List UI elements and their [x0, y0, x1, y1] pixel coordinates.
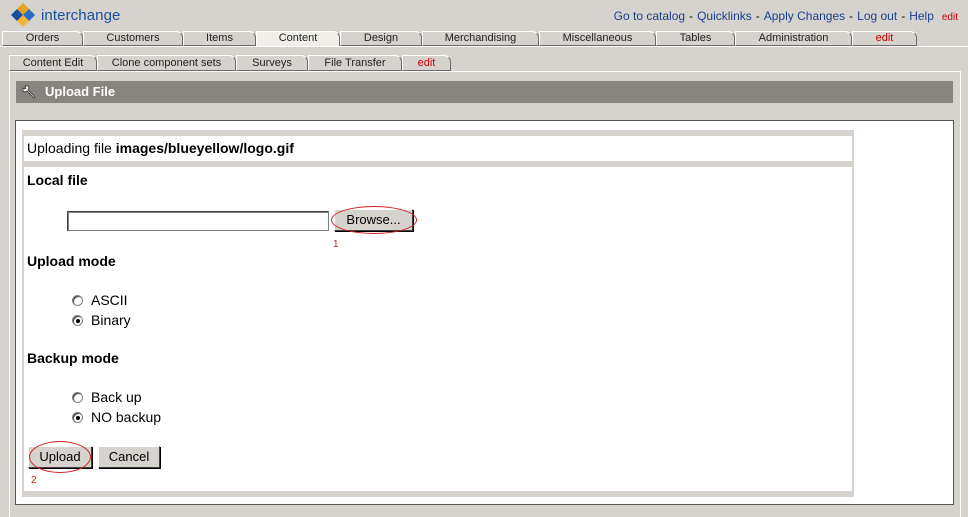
upload-mode-title: Upload mode	[27, 253, 116, 269]
upload-form	[22, 130, 854, 497]
radio-no-backup[interactable]: NO backup	[72, 409, 161, 425]
radio-binary[interactable]: Binary	[72, 312, 131, 328]
tab-content[interactable]: Content	[256, 31, 340, 47]
radio-ascii[interactable]: ASCII	[72, 292, 128, 308]
go-to-catalog-link[interactable]: Go to catalog	[614, 9, 685, 23]
uploading-file-name: images/blueyellow/logo.gif	[115, 140, 294, 156]
page-title: Upload File	[45, 84, 116, 99]
tab-tables[interactable]: Tables	[656, 31, 735, 46]
backup-mode-title: Backup mode	[27, 350, 119, 366]
radio-back-up-control[interactable]	[72, 391, 83, 403]
tab-customers[interactable]: Customers	[83, 31, 183, 46]
cancel-button[interactable]: Cancel	[98, 446, 160, 468]
tab-administration[interactable]: Administration	[735, 31, 852, 46]
subtab-file-transfer[interactable]: File Transfer	[308, 55, 402, 71]
page-title-bar: Upload File	[16, 81, 953, 103]
radio-ascii-control[interactable]	[72, 294, 83, 306]
subtab-clone-component-sets[interactable]: Clone component sets	[97, 55, 236, 71]
radio-back-up[interactable]: Back up	[72, 389, 142, 405]
upload-button[interactable]: Upload	[28, 446, 92, 468]
logo[interactable]: interchange	[10, 2, 121, 28]
logo-text: interchange	[41, 6, 121, 24]
subtab-content-edit[interactable]: Content Edit	[9, 55, 97, 71]
header-edit-link[interactable]: edit	[942, 12, 958, 23]
radio-no-backup-control[interactable]	[72, 411, 83, 423]
tab-orders[interactable]: Orders	[2, 31, 83, 46]
tab-merchandising[interactable]: Merchandising	[422, 31, 539, 46]
tab-items[interactable]: Items	[183, 31, 256, 46]
log-out-link[interactable]: Log out	[857, 9, 897, 23]
main-tabs: Orders Customers Items Content Design Me…	[0, 31, 968, 47]
wrench-icon	[22, 85, 36, 99]
local-file-title: Local file	[27, 172, 88, 188]
uploading-prefix: Uploading file	[27, 140, 112, 156]
interchange-logo-icon	[11, 3, 35, 27]
top-links: Go to catalog - Quicklinks - Apply Changes - L…	[613, 9, 958, 23]
header: interchange Go to catalog - Quicklinks - App…	[0, 0, 968, 32]
subtab-surveys[interactable]: Surveys	[236, 55, 308, 71]
annotation-marker-1: 1	[333, 239, 339, 250]
tab-miscellaneous[interactable]: Miscellaneous	[539, 31, 656, 46]
uploading-file-line: Uploading file images/blueyellow/logo.gi…	[27, 140, 294, 156]
local-file-input[interactable]	[67, 211, 329, 231]
tab-edit[interactable]: edit	[852, 31, 917, 46]
form-divider	[22, 161, 854, 167]
sub-tab-strip: Content Edit Clone component sets Survey…	[0, 46, 968, 71]
radio-ascii-label: ASCII	[91, 292, 128, 308]
radio-back-up-label: Back up	[91, 389, 142, 405]
radio-no-backup-label: NO backup	[91, 409, 162, 425]
quicklinks-link[interactable]: Quicklinks	[697, 9, 752, 23]
help-link[interactable]: Help	[909, 9, 934, 23]
annotation-marker-2: 2	[31, 475, 37, 486]
apply-changes-link[interactable]: Apply Changes	[764, 9, 845, 23]
browse-button[interactable]: Browse...	[334, 209, 413, 231]
subtab-edit[interactable]: edit	[402, 55, 451, 71]
radio-binary-label: Binary	[91, 312, 131, 328]
tab-design[interactable]: Design	[340, 31, 422, 46]
radio-binary-control[interactable]	[72, 314, 83, 326]
